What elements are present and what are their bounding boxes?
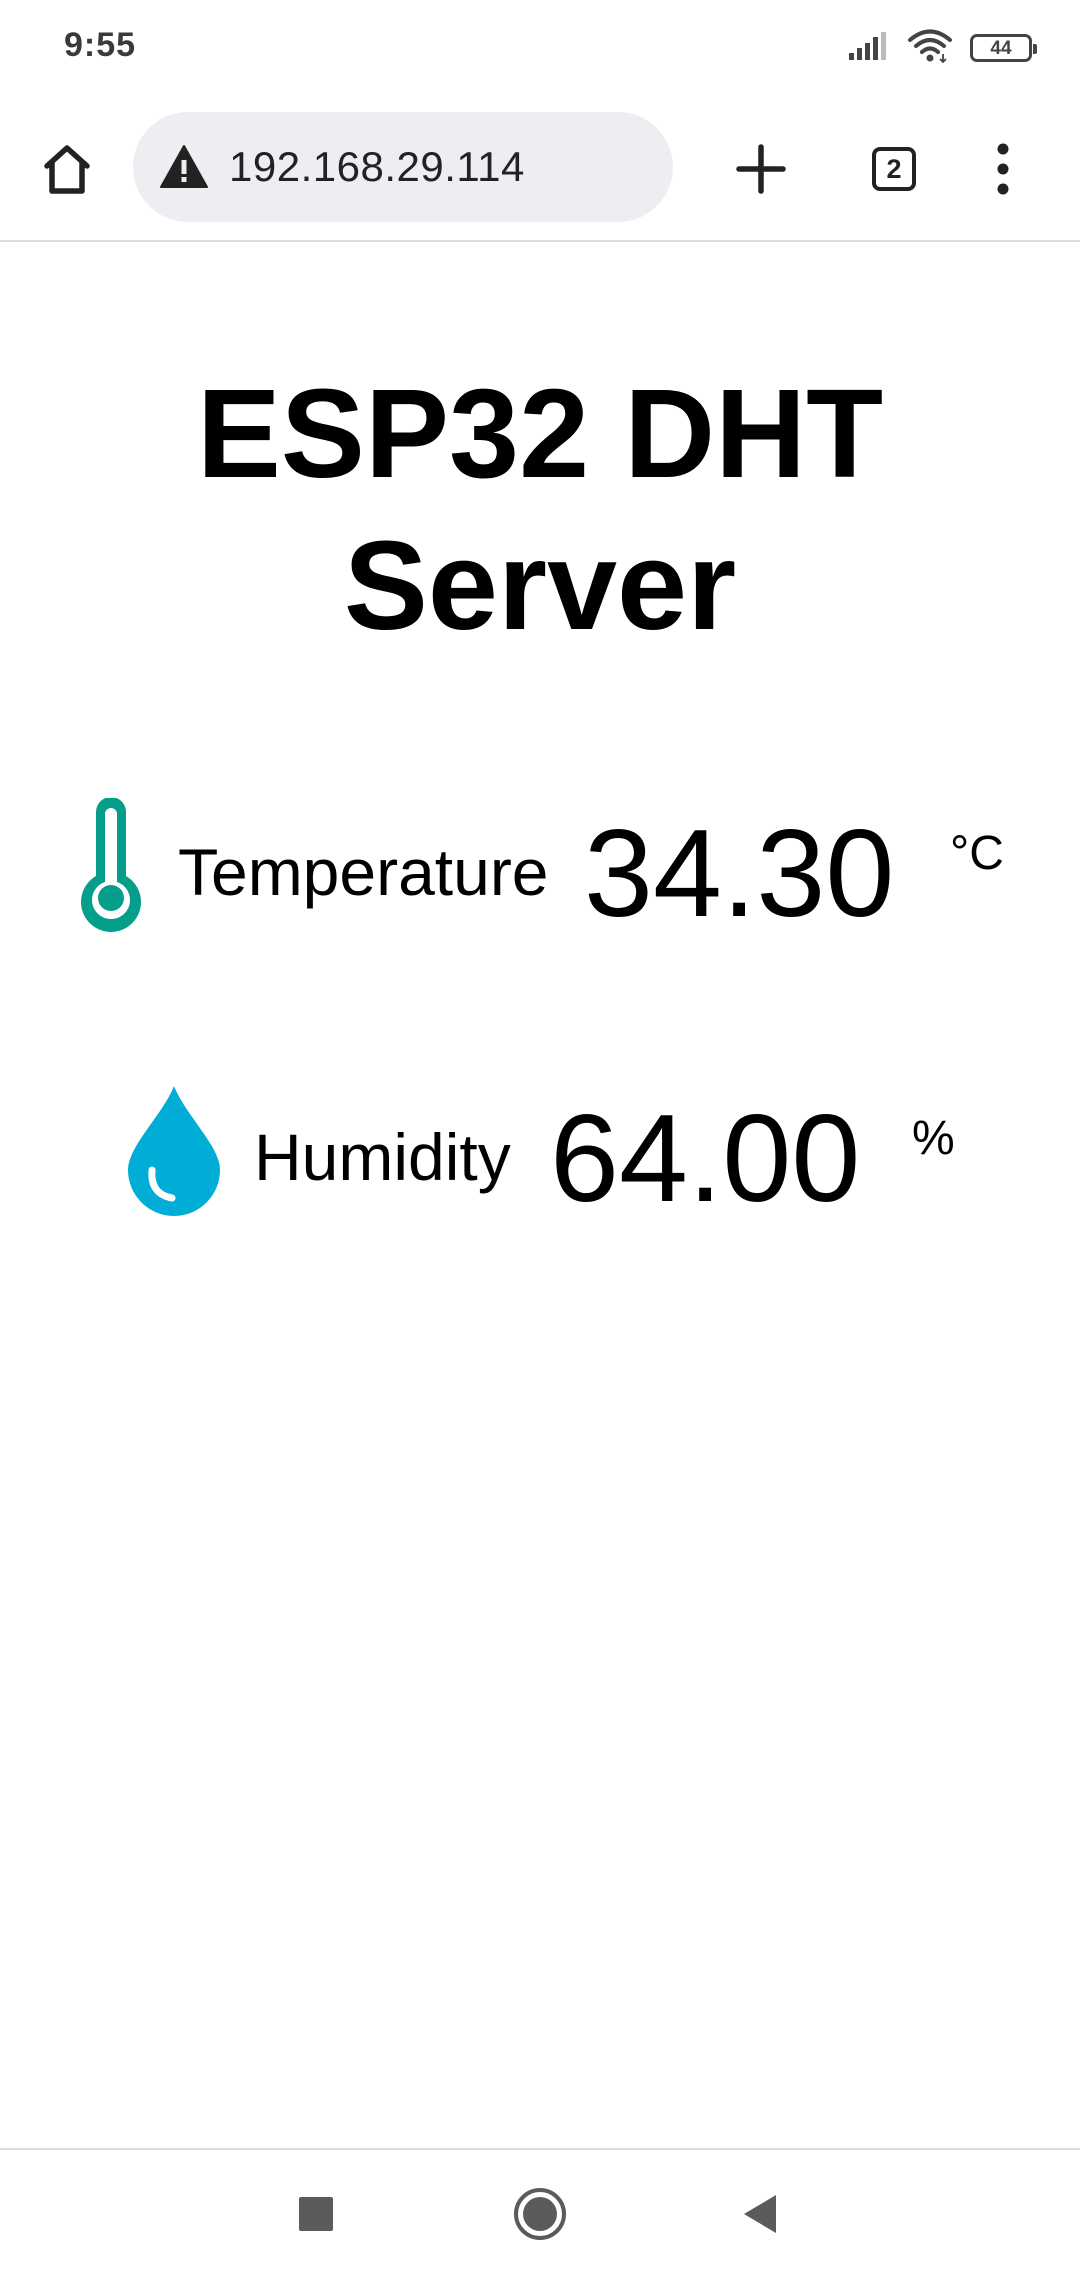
battery-level: 44 [990,37,1012,59]
home-icon [44,145,90,194]
tab-switcher-button[interactable]: 2 [855,130,933,208]
tab-switcher-icon: 2 [872,147,916,191]
home-circle-icon [514,2188,566,2240]
wifi-icon [908,29,952,68]
overflow-menu-icon [997,143,1009,195]
temperature-value: 34.30 [584,805,895,943]
back-button[interactable] [724,2178,796,2250]
new-tab-icon [736,144,786,194]
new-tab-button[interactable] [722,130,800,208]
temperature-label: Temperature [178,835,549,909]
status-icons: 44 [848,28,1037,68]
recents-button[interactable] [280,2178,352,2250]
battery-icon: 44 [970,34,1037,62]
humidity-value: 64.00 [550,1090,861,1228]
back-icon [744,2195,776,2233]
water-drop-icon [128,1086,220,1216]
temperature-unit: °C [950,827,1004,880]
status-bar: 9:55 44 [0,0,1080,96]
tab-count: 2 [886,153,902,184]
humidity-label: Humidity [254,1120,511,1194]
status-time: 9:55 [64,26,137,64]
not-secure-warning-icon[interactable] [159,144,209,190]
overflow-menu-button[interactable] [964,130,1042,208]
thermometer-icon [81,798,141,932]
page-title: ESP32 DHT Server [196,363,884,656]
address-bar[interactable]: 192.168.29.114 [133,112,673,222]
home-nav-button[interactable] [504,2178,576,2250]
recents-icon [299,2197,333,2231]
browser-toolbar: 192.168.29.114 2 [0,96,1080,242]
system-nav-bar [0,2148,1080,2280]
signal-icon [848,31,890,66]
humidity-unit: % [912,1112,955,1165]
temperature-reading: Temperature 34.30 °C [0,790,1080,950]
url-text[interactable]: 192.168.29.114 [229,143,525,191]
home-button[interactable] [28,130,106,208]
humidity-reading: Humidity 64.00 % [0,1075,1080,1235]
